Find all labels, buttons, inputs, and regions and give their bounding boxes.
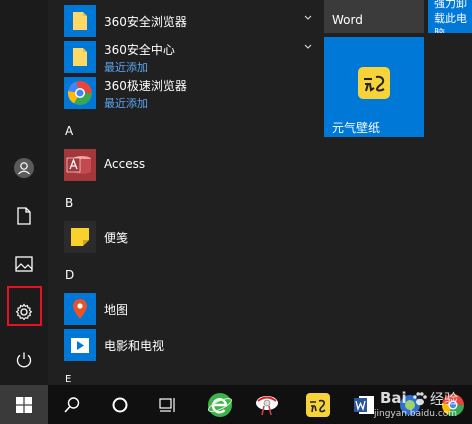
app-item-maps[interactable]: 地图 <box>64 291 334 327</box>
app-name: 地图 <box>104 303 129 317</box>
user-account-button[interactable] <box>0 146 48 190</box>
baidu-watermark: Bai du 经验 jingyan.baidu.com <box>374 389 468 423</box>
taskbar-app-pen[interactable] <box>244 385 292 424</box>
app-item-access[interactable]: Access <box>64 147 334 183</box>
sticky-notes-icon <box>64 221 96 253</box>
search-icon <box>64 396 80 413</box>
chevron-down-icon[interactable] <box>304 14 312 22</box>
documents-button[interactable] <box>0 194 48 238</box>
app-name: 便笺 <box>104 231 129 245</box>
pictures-button[interactable] <box>0 242 48 286</box>
chrome-like-icon <box>64 77 96 109</box>
document-icon <box>17 207 31 225</box>
section-letter-a[interactable]: A <box>65 124 73 138</box>
app-name: 电影和电视 <box>104 339 165 353</box>
user-avatar-icon <box>14 158 34 178</box>
app-icon <box>256 395 278 415</box>
power-button[interactable] <box>0 338 48 382</box>
app-item-sticky-notes[interactable]: 便笺 <box>64 219 334 255</box>
tile-yuanqi-wallpaper[interactable]: 元气壁纸 <box>324 37 424 137</box>
section-letter-e[interactable]: E <box>65 374 71 385</box>
task-view-icon <box>159 397 175 412</box>
app-item-360-speed-browser[interactable]: 360极速浏览器 最近添加 <box>64 75 334 111</box>
app-name: 360安全中心 <box>104 43 175 57</box>
app-list: 360安全浏览器 360安全中心 最近添加 360极速浏览器 最近添加 A Ac… <box>48 0 312 385</box>
app-item-movies-tv[interactable]: 电影和电视 <box>64 327 334 363</box>
tile-uninstaller-partial[interactable]: 强力卸载此电脑 <box>428 0 472 33</box>
movies-tv-icon <box>64 329 96 361</box>
browser-e-icon <box>208 392 232 417</box>
search-button[interactable] <box>48 385 96 424</box>
tile-label: 强力卸载此电脑 <box>434 0 467 33</box>
yuanqi-wallpaper-icon <box>358 67 390 99</box>
settings-highlight-box <box>7 286 42 326</box>
tile-label: 元气壁纸 <box>332 121 381 135</box>
app-name: Access <box>104 157 146 171</box>
app-item-360-security[interactable]: 360安全中心 最近添加 <box>64 39 334 75</box>
watermark-url: jingyan.baidu.com <box>374 409 458 419</box>
watermark-suffix: 经验 <box>430 392 458 408</box>
cortana-icon <box>112 397 128 412</box>
taskbar-app-yuanqi[interactable] <box>294 385 342 424</box>
app-item-360-browser[interactable]: 360安全浏览器 <box>64 3 334 39</box>
start-button[interactable] <box>0 385 48 424</box>
app-name: 360安全浏览器 <box>104 15 187 29</box>
picture-icon <box>15 256 33 272</box>
app-name: 360极速浏览器 <box>104 79 187 93</box>
start-icon <box>16 396 32 413</box>
cortana-button[interactable] <box>96 385 144 424</box>
watermark-brand: Bai <box>380 389 407 407</box>
task-view-button[interactable] <box>144 385 192 424</box>
access-icon <box>64 149 96 181</box>
folder-icon <box>64 5 96 37</box>
recently-added-label: 最近添加 <box>104 61 148 74</box>
chevron-down-icon[interactable] <box>304 43 312 51</box>
taskbar-app-browser[interactable] <box>196 385 244 424</box>
section-letter-d[interactable]: D <box>65 268 74 282</box>
folder-icon <box>64 41 96 73</box>
yuanqi-icon <box>306 392 330 417</box>
start-rail <box>0 0 48 385</box>
recently-added-label: 最近添加 <box>104 97 148 110</box>
tile-label: Word <box>332 13 363 27</box>
maps-icon <box>64 293 96 325</box>
watermark-paw-text: du <box>416 395 423 401</box>
start-menu: 360安全浏览器 360安全中心 最近添加 360极速浏览器 最近添加 A Ac… <box>0 0 472 385</box>
word-icon <box>354 395 374 414</box>
section-letter-b[interactable]: B <box>65 196 73 210</box>
tile-word[interactable]: Word <box>324 0 424 33</box>
power-icon <box>16 352 32 368</box>
